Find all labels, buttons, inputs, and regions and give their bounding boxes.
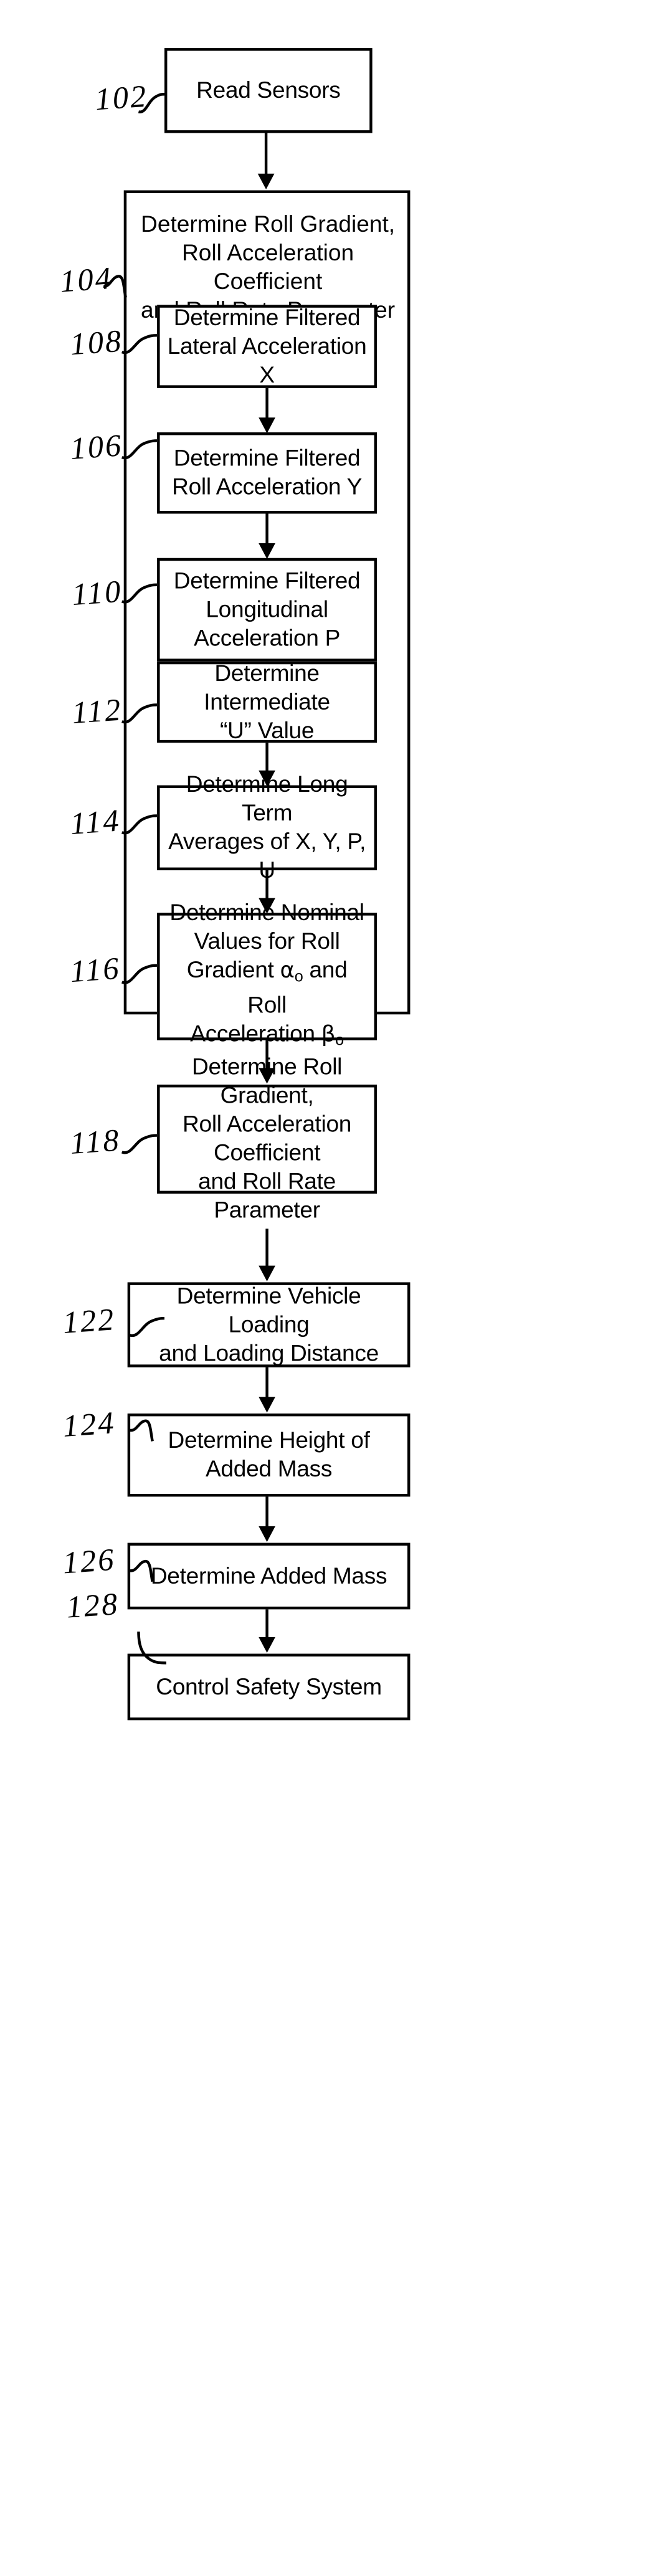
step-label-126: Determine Added Mass xyxy=(150,1562,387,1589)
leader-line-102 xyxy=(138,93,164,113)
step-box-124[interactable]: Determine Height of Added Mass xyxy=(127,1413,411,1497)
reference-numeral-128: 128 xyxy=(65,1587,121,1625)
connector-126-to-128 xyxy=(259,1609,275,1653)
step-label-128: Control Safety System xyxy=(156,1673,382,1699)
reference-numeral-124: 124 xyxy=(61,1406,117,1444)
step-label-106: Determine Filtered Lateral Acceleration … xyxy=(167,304,367,388)
step-box-102[interactable]: Read Sensors xyxy=(164,48,373,133)
step-box-108[interactable]: Determine Filtered Roll Acceleration Y xyxy=(157,432,378,514)
flowchart-canvas: Read Sensors 102 Determine Roll Gradient… xyxy=(0,0,646,2576)
step-box-114[interactable]: Determine Long Term Averages of X, Y, P,… xyxy=(157,771,378,883)
step-label-110: Determine Filtered Longitudinal Accelera… xyxy=(173,568,361,651)
step-box-126[interactable]: Determine Added Mass xyxy=(127,1542,411,1610)
step-label-118: Determine Roll Gradient, Roll Accelerati… xyxy=(183,1054,352,1224)
step-box-122[interactable]: Determine Vehicle Loading and Loading Di… xyxy=(127,1282,411,1367)
connector-124-to-126 xyxy=(259,1496,275,1542)
step-label-108: Determine Filtered Roll Acceleration Y xyxy=(172,445,363,500)
leader-line-124 xyxy=(129,1419,154,1442)
connector-122-to-124 xyxy=(259,1367,275,1413)
leader-line-106 xyxy=(121,439,159,460)
step-label-102: Read Sensors xyxy=(196,77,341,103)
step-label-112: Determine Intermediate “U” Value xyxy=(204,660,330,744)
leader-line-114 xyxy=(121,814,158,835)
step-box-118[interactable]: Determine Roll Gradient, Roll Accelerati… xyxy=(157,1054,378,1223)
step-box-106[interactable]: Determine Filtered Lateral Acceleration … xyxy=(157,304,378,388)
step-box-110[interactable]: Determine Filtered Longitudinal Accelera… xyxy=(157,558,378,662)
leader-line-110 xyxy=(121,583,158,604)
step-box-116[interactable]: Determine Nominal Values for Roll Gradient… xyxy=(157,900,378,1048)
leader-line-122 xyxy=(128,1316,164,1338)
reference-numeral-108: 108 xyxy=(69,324,124,363)
leader-line-112 xyxy=(121,703,158,724)
reference-numeral-106: 106 xyxy=(69,429,124,467)
step-box-112[interactable]: Determine Intermediate “U” Value xyxy=(157,660,378,744)
reference-numeral-122: 122 xyxy=(61,1303,117,1341)
step-label-122: Determine Vehicle Loading and Loading Di… xyxy=(159,1283,379,1366)
reference-numeral-116: 116 xyxy=(69,951,122,990)
connector-108-to-110 xyxy=(259,513,275,559)
leader-line-118 xyxy=(121,1134,158,1154)
leader-line-116 xyxy=(121,964,158,984)
leader-line-108 xyxy=(121,334,158,354)
step-label-114: Determine Long Term Averages of X, Y, P,… xyxy=(168,771,366,883)
reference-numeral-114: 114 xyxy=(69,804,122,842)
leader-line-104 xyxy=(103,275,127,298)
leader-line-128 xyxy=(137,1631,166,1665)
reference-numeral-118: 118 xyxy=(69,1123,122,1161)
connector-106-to-108 xyxy=(259,387,275,434)
reference-numeral-126: 126 xyxy=(61,1542,117,1581)
step-label-116: Determine Nominal Values for Roll Gradient… xyxy=(169,900,364,1048)
reference-numeral-112: 112 xyxy=(70,693,124,731)
connector-104-to-122 xyxy=(259,1229,275,1281)
leader-line-126 xyxy=(129,1560,154,1582)
reference-numeral-110: 110 xyxy=(70,574,124,613)
connector-102-to-104 xyxy=(257,133,275,190)
step-label-124: Determine Height of Added Mass xyxy=(168,1427,370,1482)
